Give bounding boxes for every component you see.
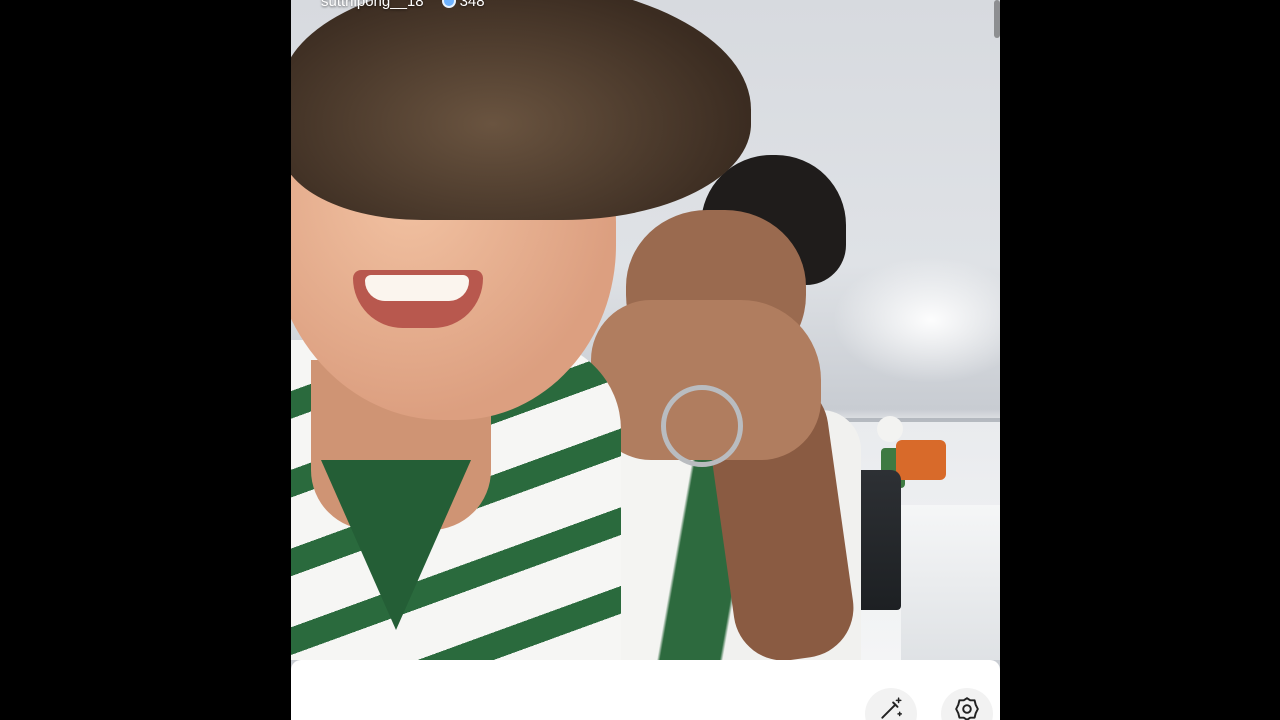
effects-button[interactable] xyxy=(865,688,917,720)
viewer-icon xyxy=(441,0,456,8)
screen: sutthipong__18 348 xyxy=(0,0,1280,720)
live-header: sutthipong__18 348 xyxy=(321,0,485,11)
viewer-count[interactable]: 348 xyxy=(441,0,485,10)
first-person-hair xyxy=(291,0,751,220)
live-video-frame xyxy=(291,0,1000,660)
viewer-count-value: 348 xyxy=(459,0,485,10)
letterbox-left xyxy=(0,0,291,720)
hanging-orange-shirt xyxy=(896,440,946,480)
bottom-panel xyxy=(291,660,1000,720)
username-label[interactable]: sutthipong__18 xyxy=(321,0,424,10)
edge-handle[interactable] xyxy=(994,0,1000,38)
letterbox-right xyxy=(1000,0,1280,720)
white-sheet xyxy=(901,505,1000,660)
silver-necklace xyxy=(661,385,743,467)
first-person-teeth xyxy=(365,275,469,301)
settings-button[interactable] xyxy=(941,688,993,720)
phone-screen: sutthipong__18 348 xyxy=(291,0,1000,720)
ceiling-lamp xyxy=(877,416,903,442)
magic-wand-icon xyxy=(881,697,903,719)
gear-icon xyxy=(955,697,979,720)
